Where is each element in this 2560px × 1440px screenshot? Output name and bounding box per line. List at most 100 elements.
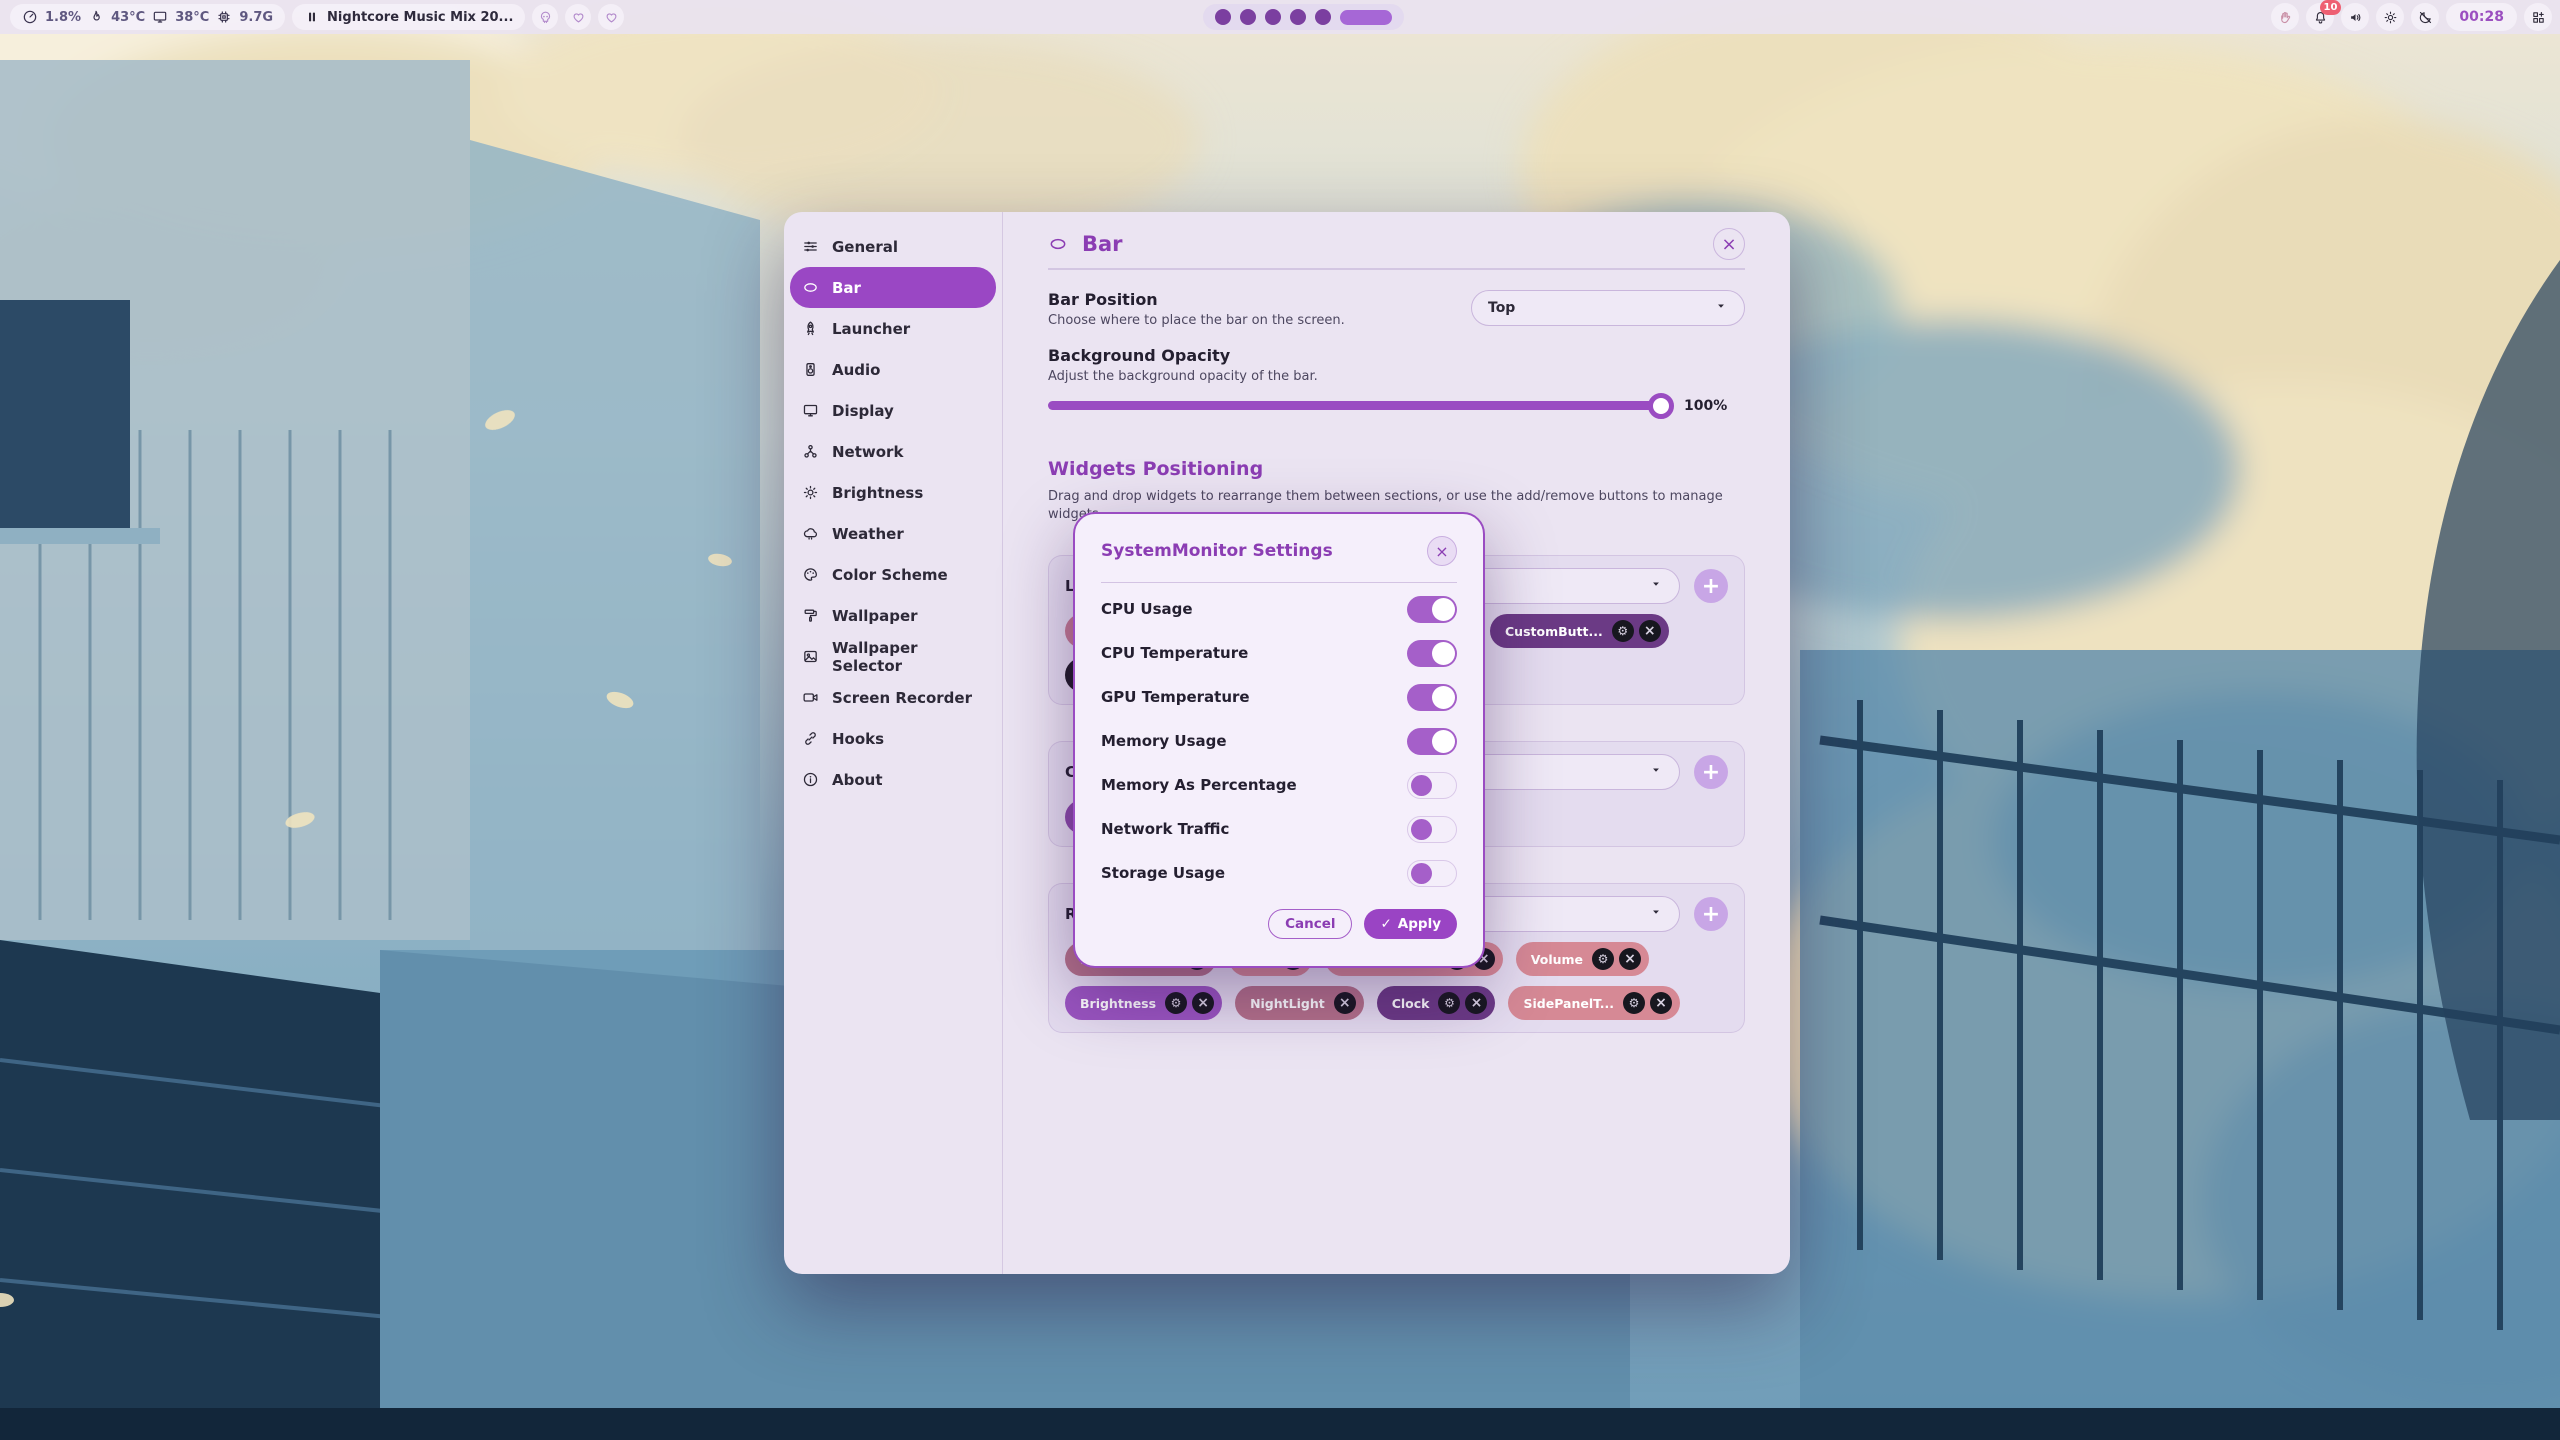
sidebar-item-network[interactable]: Network [790, 431, 996, 472]
sidebar-item-label: Wallpaper Selector [832, 639, 984, 675]
toggle-label-memory-as-percentage: Memory As Percentage [1101, 776, 1297, 794]
top-bar: 1.8% 43°C 38°C 9.7G Nightcore Music Mix … [0, 0, 2560, 34]
right-widgets-add-button[interactable]: + [1694, 897, 1728, 931]
sidebar-item-label: Launcher [832, 320, 910, 338]
sidebar-item-wallpaper[interactable]: Wallpaper [790, 595, 996, 636]
dashboard-button[interactable] [2524, 3, 2552, 31]
chip-settings-button gear-icon[interactable]: ⚙ [1165, 992, 1187, 1014]
sidebar-item-screen-recorder[interactable]: Screen Recorder [790, 677, 996, 718]
opacity-slider-thumb[interactable] [1648, 393, 1674, 419]
sidebar-item-bar[interactable]: Bar [790, 267, 996, 308]
roller-icon [802, 607, 819, 624]
rocket-icon [802, 320, 819, 337]
notifications-button[interactable]: 10 [2306, 3, 2334, 31]
chip-label: NightLight [1250, 996, 1325, 1011]
toggle-label-cpu-usage: CPU Usage [1101, 600, 1193, 618]
brightness-button[interactable] [2376, 3, 2404, 31]
chip-remove-button close-icon[interactable]: × [1465, 992, 1487, 1014]
chevron-down-icon [1649, 905, 1663, 923]
speaker-icon [802, 361, 819, 378]
memory-value: 9.7G [239, 10, 273, 25]
monitor-icon [802, 402, 819, 419]
notifications-badge: 10 [2320, 0, 2342, 15]
cancel-button[interactable]: Cancel [1268, 909, 1352, 939]
sidebar-item-wallpaper-selector[interactable]: Wallpaper Selector [790, 636, 996, 677]
sidebar-item-hooks[interactable]: Hooks [790, 718, 996, 759]
chip-settings-button gear-icon[interactable]: ⚙ [1623, 992, 1645, 1014]
workspace-dot[interactable] [1265, 9, 1281, 25]
sidebar-item-label: About [832, 771, 883, 789]
bar-position-dropdown[interactable]: Top [1471, 290, 1745, 326]
chip-remove-button close-icon[interactable]: × [1650, 992, 1672, 1014]
sidebar-item-color-scheme[interactable]: Color Scheme [790, 554, 996, 595]
workspace-dot[interactable] [1215, 9, 1231, 25]
memory-usage-toggle[interactable] [1407, 728, 1457, 755]
system-monitor-widget[interactable]: 1.8% 43°C 38°C 9.7G [10, 4, 285, 30]
chip-settings-button gear-icon[interactable]: ⚙ [1612, 620, 1634, 642]
sidebar-item-label: Brightness [832, 484, 923, 502]
workspace-dot[interactable] [1290, 9, 1306, 25]
toggle-label-memory-usage: Memory Usage [1101, 732, 1227, 750]
memory-as-percentage-toggle[interactable] [1407, 772, 1457, 799]
page-title: Bar [1082, 232, 1699, 256]
chip-settings-button gear-icon[interactable]: ⚙ [1438, 992, 1460, 1014]
chip-remove-button close-icon[interactable]: × [1619, 948, 1641, 970]
widget-chip-clock[interactable]: Clock ⚙ × [1377, 986, 1496, 1020]
cpu-temp-value: 43°C [111, 10, 145, 25]
network-traffic-toggle[interactable] [1407, 816, 1457, 843]
sun-icon [802, 484, 819, 501]
chip-remove-button close-icon[interactable]: × [1192, 992, 1214, 1014]
widget-chip-custombutton[interactable]: CustomButt... ⚙ × [1490, 614, 1669, 648]
gpu-temp-value: 38°C [175, 10, 209, 25]
chip-remove-button close-icon[interactable]: × [1334, 992, 1356, 1014]
left-widgets-add-button[interactable]: + [1694, 569, 1728, 603]
modal-divider [1101, 582, 1457, 583]
chip-label: CustomButt... [1505, 624, 1603, 639]
workspace-dot[interactable] [1315, 9, 1331, 25]
sidebar-item-weather[interactable]: Weather [790, 513, 996, 554]
gauge-icon [22, 9, 38, 25]
cpu-usage-toggle[interactable] [1407, 596, 1457, 623]
sidebar-item-label: Color Scheme [832, 566, 948, 584]
apply-button[interactable]: ✓Apply [1364, 909, 1457, 939]
volume-button[interactable] [2341, 3, 2369, 31]
chip-remove-button close-icon[interactable]: × [1639, 620, 1661, 642]
night-light-button[interactable] [2411, 3, 2439, 31]
workspace-dot[interactable] [1240, 9, 1256, 25]
sidebar-item-brightness[interactable]: Brightness [790, 472, 996, 513]
widget-chip-sidepanel[interactable]: SidePanelT... ⚙ × [1508, 986, 1680, 1020]
favorite-button[interactable] [565, 4, 591, 30]
media-widget[interactable]: Nightcore Music Mix 20... [292, 4, 525, 30]
workspace-active-indicator[interactable] [1340, 10, 1392, 25]
widget-chip-brightness[interactable]: Brightness ⚙ × [1065, 986, 1222, 1020]
chip-settings-button gear-icon[interactable]: ⚙ [1592, 948, 1614, 970]
sidebar-item-label: General [832, 238, 898, 256]
storage-usage-toggle[interactable] [1407, 860, 1457, 887]
sidebar-item-label: Display [832, 402, 894, 420]
center-widgets-add-button[interactable]: + [1694, 755, 1728, 789]
sidebar-item-label: Bar [832, 279, 861, 297]
sidebar-item-about[interactable]: About [790, 759, 996, 800]
sidebar-item-display[interactable]: Display [790, 390, 996, 431]
bar-position-value: Top [1488, 300, 1515, 316]
gpu-temperature-toggle[interactable] [1407, 684, 1457, 711]
clock-widget[interactable]: 00:28 [2446, 3, 2517, 31]
image-icon [802, 648, 819, 665]
link-icon [802, 730, 819, 747]
sliders-icon [802, 238, 819, 255]
sidebar-item-general[interactable]: General [790, 226, 996, 267]
cpu-temperature-toggle[interactable] [1407, 640, 1457, 667]
tray-app-button[interactable] [2271, 3, 2299, 31]
widget-chip-volume[interactable]: Volume ⚙ × [1516, 942, 1649, 976]
opacity-slider[interactable] [1048, 401, 1670, 410]
chip-label: Volume [1531, 952, 1583, 967]
sidebar-item-label: Wallpaper [832, 607, 918, 625]
favorite-button-2[interactable] [598, 4, 624, 30]
sidebar-item-audio[interactable]: Audio [790, 349, 996, 390]
modal-close-button close-icon[interactable]: × [1427, 536, 1457, 566]
moon-off-icon [2418, 10, 2433, 25]
skull-button[interactable] [532, 4, 558, 30]
widget-chip-nightlight[interactable]: NightLight × [1235, 986, 1364, 1020]
sidebar-item-launcher[interactable]: Launcher [790, 308, 996, 349]
window-close-button[interactable]: × [1713, 228, 1745, 260]
